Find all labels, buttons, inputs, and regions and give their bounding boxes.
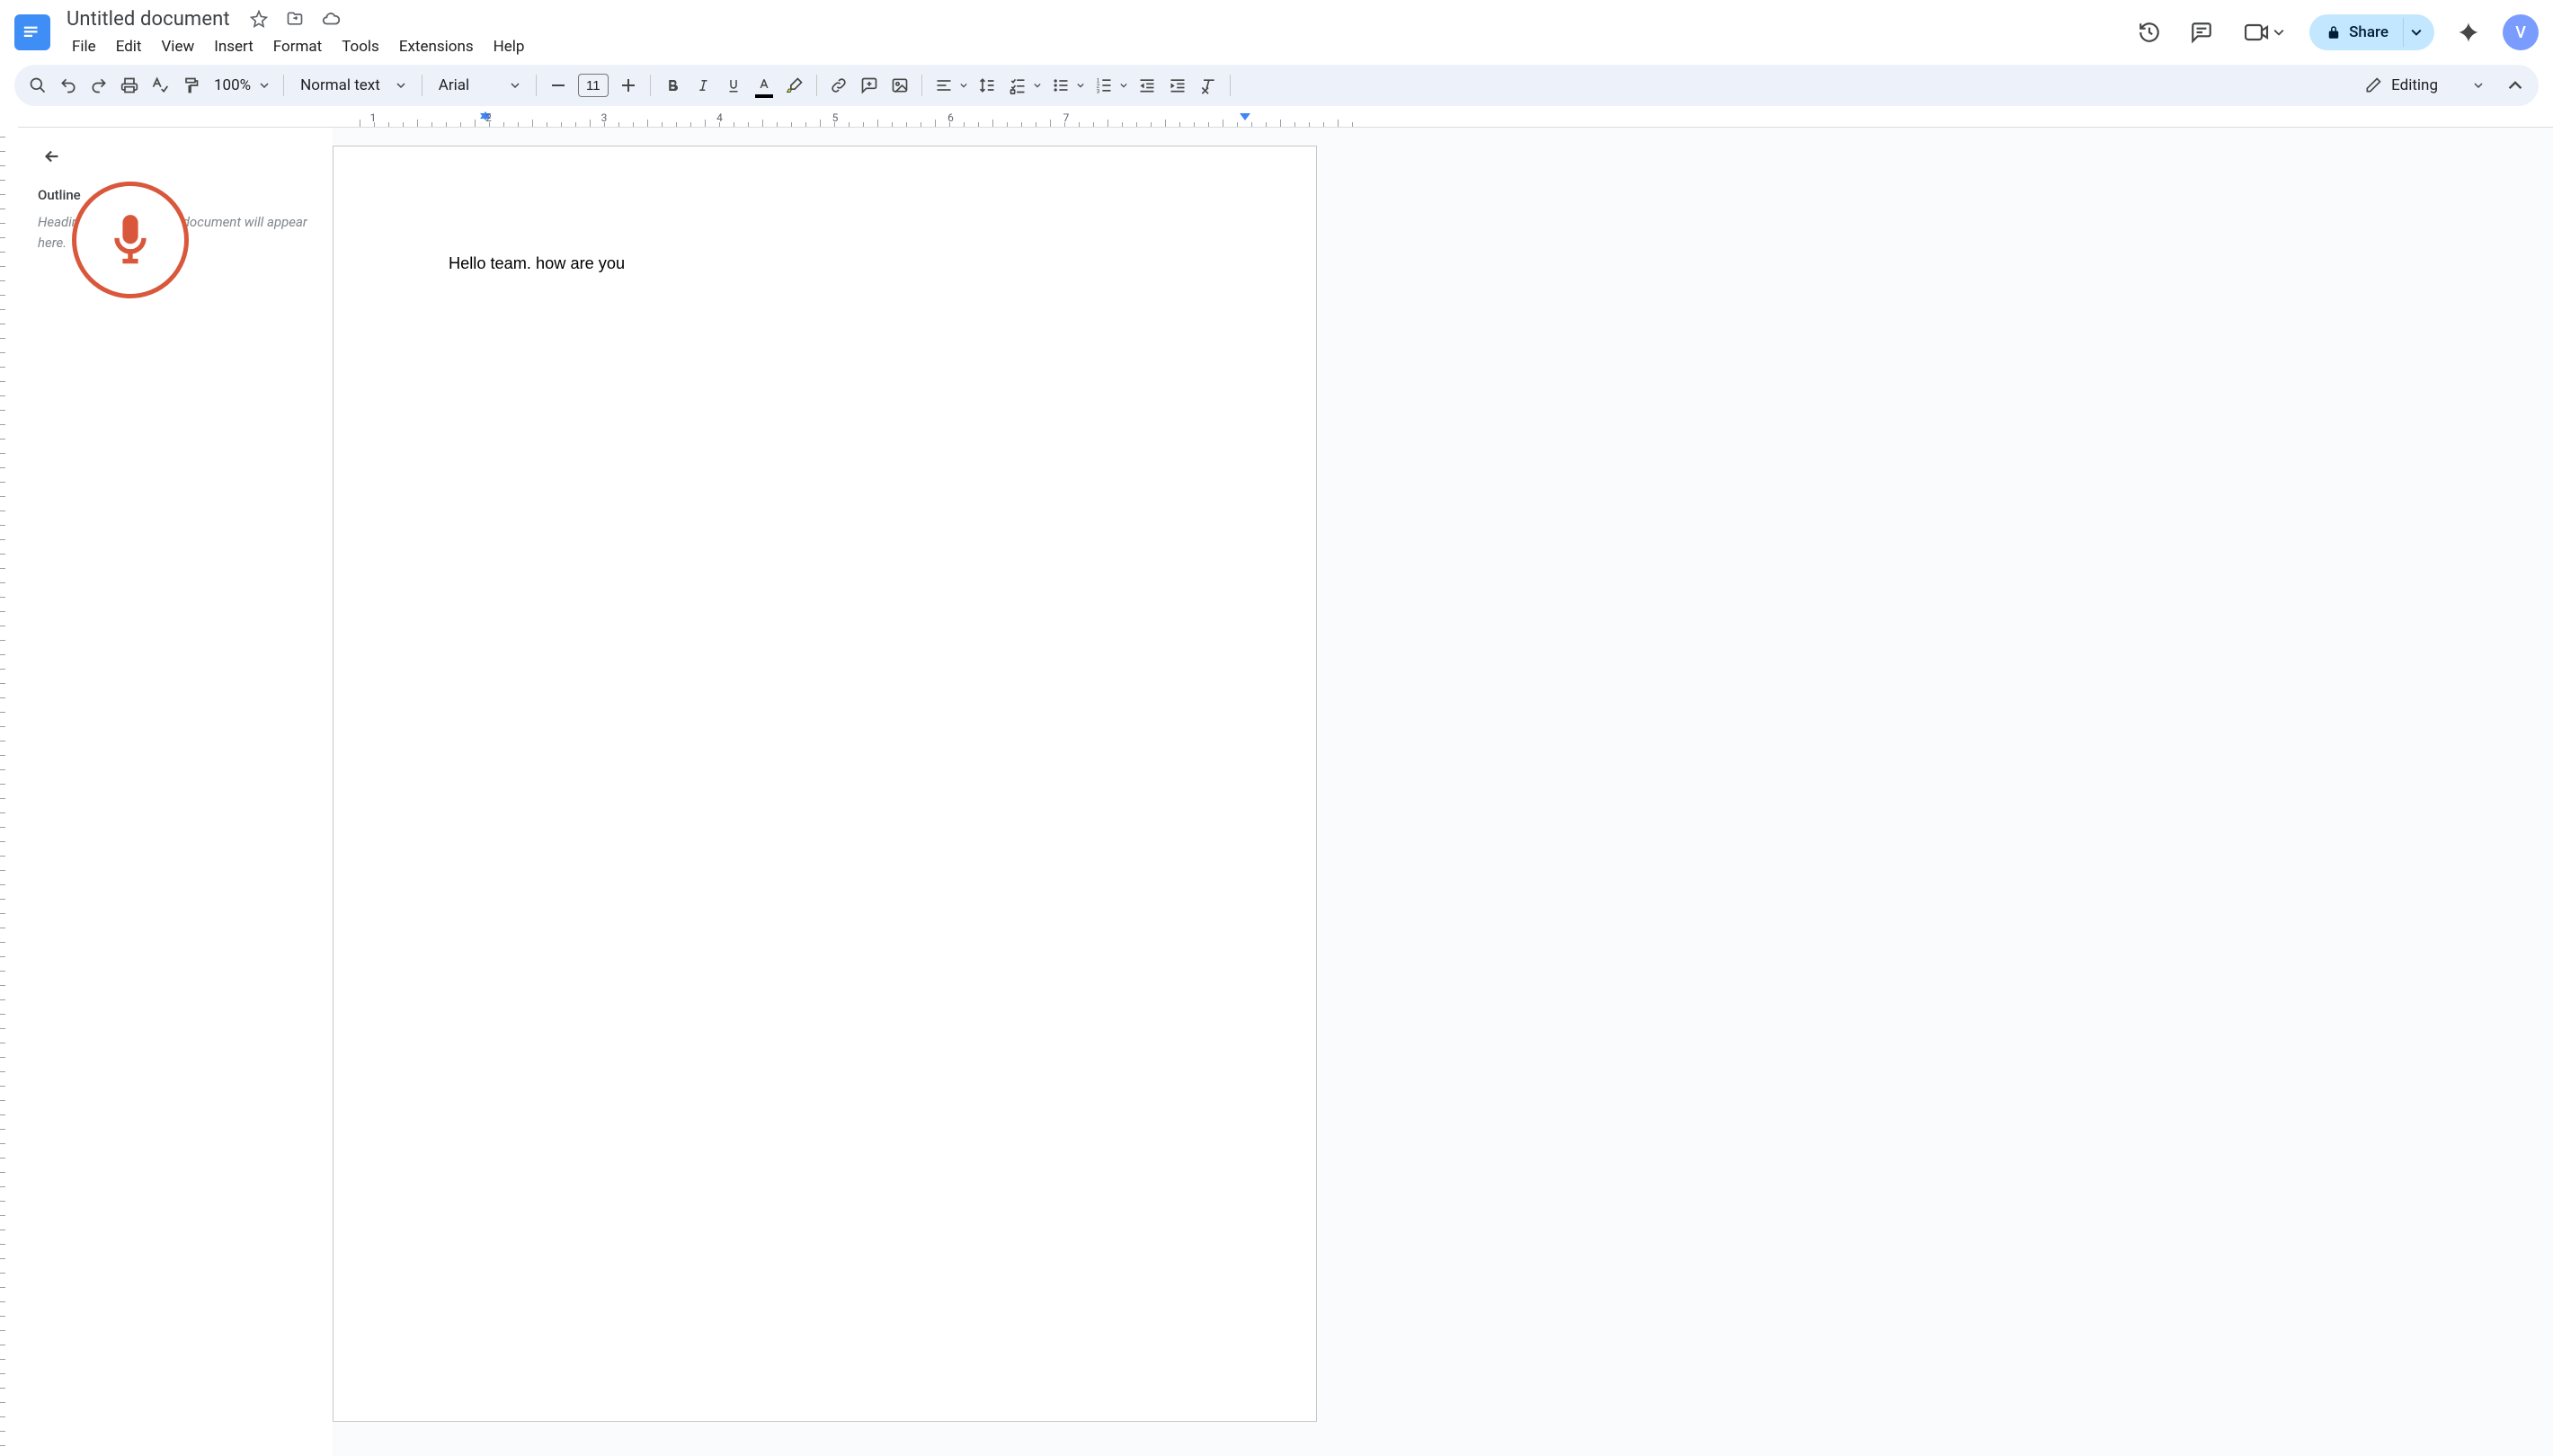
checklist-dropdown[interactable] bbox=[1030, 82, 1045, 89]
arrow-left-icon bbox=[42, 146, 62, 166]
menu-insert[interactable]: Insert bbox=[205, 34, 262, 59]
page-1[interactable]: Hello team. how are you bbox=[333, 146, 1317, 1422]
menu-help[interactable]: Help bbox=[485, 34, 534, 59]
italic-button[interactable] bbox=[689, 71, 717, 100]
docs-logo[interactable] bbox=[14, 14, 50, 50]
app-header: Untitled document File Edit View Insert … bbox=[0, 0, 2553, 58]
text-color-button[interactable] bbox=[750, 71, 778, 100]
menu-file[interactable]: File bbox=[63, 34, 105, 59]
cloud-done-icon[interactable] bbox=[318, 6, 343, 31]
ruler-number: 5 bbox=[832, 111, 839, 124]
doc-title[interactable]: Untitled document bbox=[61, 6, 236, 32]
redo-button[interactable] bbox=[85, 71, 113, 100]
paragraph-style-select[interactable]: Normal text bbox=[291, 76, 414, 94]
editing-mode-value: Editing bbox=[2391, 76, 2438, 94]
lock-icon bbox=[2326, 24, 2342, 40]
ruler-number: 1 bbox=[370, 111, 377, 124]
pencil-icon bbox=[2364, 76, 2382, 94]
share-button-group: Share bbox=[2309, 14, 2434, 50]
clear-formatting-button[interactable] bbox=[1194, 71, 1223, 100]
font-size-decrease[interactable] bbox=[544, 71, 573, 100]
line-spacing-button[interactable] bbox=[973, 71, 1001, 100]
insert-link-button[interactable] bbox=[824, 71, 853, 100]
right-indent-marker[interactable] bbox=[1240, 113, 1250, 120]
avatar[interactable]: V bbox=[2503, 14, 2539, 50]
comment-icon[interactable] bbox=[2184, 14, 2219, 50]
gemini-icon[interactable] bbox=[2451, 14, 2486, 50]
history-icon[interactable] bbox=[2131, 14, 2167, 50]
spellcheck-button[interactable] bbox=[146, 71, 174, 100]
star-icon[interactable] bbox=[246, 6, 271, 31]
font-size-increase[interactable] bbox=[614, 71, 643, 100]
paint-format-button[interactable] bbox=[176, 71, 205, 100]
zoom-value: 100% bbox=[214, 76, 251, 94]
font-select[interactable]: Arial bbox=[430, 76, 529, 94]
paragraph-style-value: Normal text bbox=[300, 76, 380, 94]
bulleted-list-dropdown[interactable] bbox=[1073, 82, 1088, 89]
menu-bar: File Edit View Insert Format Tools Exten… bbox=[61, 34, 533, 59]
align-dropdown[interactable] bbox=[956, 82, 971, 89]
menu-extensions[interactable]: Extensions bbox=[390, 34, 483, 59]
numbered-list-button[interactable]: 123 bbox=[1090, 71, 1118, 100]
insert-image-button[interactable] bbox=[885, 71, 914, 100]
editing-mode-select[interactable]: Editing bbox=[2353, 76, 2494, 94]
share-button[interactable]: Share bbox=[2309, 14, 2403, 50]
meet-button[interactable] bbox=[2236, 17, 2293, 48]
microphone-icon bbox=[107, 213, 154, 267]
document-text[interactable]: Hello team. how are you bbox=[449, 254, 1201, 273]
font-value: Arial bbox=[439, 76, 469, 94]
menu-tools[interactable]: Tools bbox=[333, 34, 388, 59]
bold-button[interactable] bbox=[658, 71, 687, 100]
collapse-toolbar-button[interactable] bbox=[2501, 71, 2530, 100]
zoom-select[interactable]: 100% bbox=[207, 76, 276, 94]
outline-panel: Outline Headings you add to the document… bbox=[18, 128, 333, 1456]
print-button[interactable] bbox=[115, 71, 144, 100]
undo-button[interactable] bbox=[54, 71, 83, 100]
numbered-list-dropdown[interactable] bbox=[1116, 82, 1131, 89]
menu-view[interactable]: View bbox=[152, 34, 203, 59]
vertical-ruler[interactable] bbox=[0, 128, 18, 1456]
outline-close-button[interactable] bbox=[38, 142, 67, 171]
add-comment-button[interactable] bbox=[855, 71, 884, 100]
toolbar: 100% Normal text Arial bbox=[14, 65, 2539, 106]
move-icon[interactable] bbox=[282, 6, 307, 31]
horizontal-ruler[interactable]: 1234567 bbox=[18, 111, 2553, 128]
share-dropdown[interactable] bbox=[2403, 18, 2434, 47]
highlight-color-button[interactable] bbox=[780, 71, 809, 100]
svg-text:3: 3 bbox=[1096, 88, 1099, 94]
menu-edit[interactable]: Edit bbox=[107, 34, 151, 59]
outline-title: Outline bbox=[38, 187, 313, 203]
document-canvas[interactable]: Hello team. how are you bbox=[333, 128, 2553, 1456]
underline-button[interactable] bbox=[719, 71, 748, 100]
menu-format[interactable]: Format bbox=[264, 34, 331, 59]
checklist-button[interactable] bbox=[1003, 71, 1032, 100]
voice-typing-button[interactable] bbox=[72, 182, 189, 298]
bulleted-list-button[interactable] bbox=[1046, 71, 1075, 100]
align-button[interactable] bbox=[930, 71, 958, 100]
share-label: Share bbox=[2349, 23, 2388, 41]
font-size-input[interactable] bbox=[578, 74, 609, 97]
decrease-indent-button[interactable] bbox=[1133, 71, 1161, 100]
increase-indent-button[interactable] bbox=[1163, 71, 1192, 100]
search-menus-button[interactable] bbox=[23, 71, 52, 100]
